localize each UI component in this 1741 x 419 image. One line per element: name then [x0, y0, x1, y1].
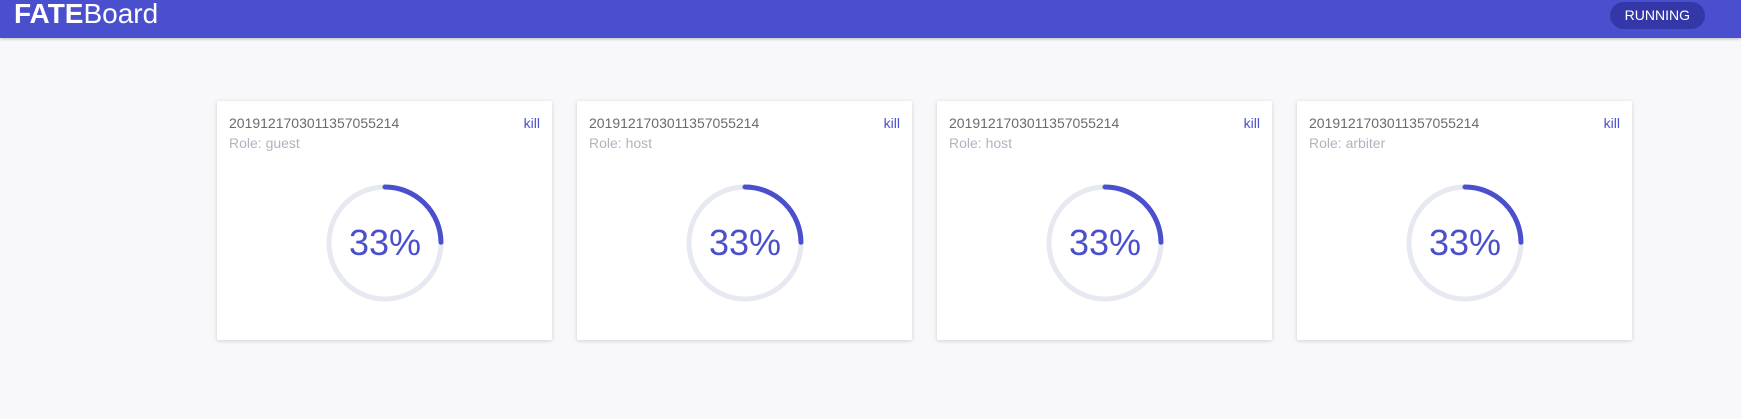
progress-percent: 33%: [348, 222, 422, 263]
job-role: Role: host: [589, 135, 653, 151]
job-card[interactable]: 20191217030113570552​14 kill Role: guest…: [217, 101, 552, 340]
job-card[interactable]: 2019121703011357055214 kill Role: arbite…: [1297, 101, 1632, 340]
app-logo[interactable]: FATEBoard: [14, 0, 158, 31]
job-card-list: 20191217030113570552​14 kill Role: guest…: [217, 101, 1632, 340]
logo-light-text: Board: [83, 0, 159, 29]
job-role: Role: host: [949, 135, 1013, 151]
progress-percent: 33%: [1428, 222, 1502, 263]
running-status-button[interactable]: RUNNING: [1609, 2, 1705, 29]
kill-button[interactable]: kill: [1604, 115, 1620, 131]
job-id: 2019121703011357055214: [589, 115, 760, 131]
job-id: 2019121703011357055214: [949, 115, 1120, 131]
kill-button[interactable]: kill: [884, 115, 900, 131]
job-card[interactable]: 2019121703011357055214 kill Role: host 3…: [577, 101, 912, 340]
job-id: 2019121703011357055214: [1309, 115, 1480, 131]
top-navbar: FATEBoard RUNNING: [0, 0, 1741, 38]
job-role: Role: guest: [229, 135, 300, 151]
job-card[interactable]: 2019121703011357055214 kill Role: host 3…: [937, 101, 1272, 340]
progress-percent: 33%: [1068, 222, 1142, 263]
progress-percent: 33%: [708, 222, 782, 263]
logo-bold-text: FATE: [14, 0, 84, 29]
job-id: 20191217030113570552​14: [229, 115, 400, 131]
kill-button[interactable]: kill: [1244, 115, 1260, 131]
kill-button[interactable]: kill: [524, 115, 540, 131]
job-role: Role: arbiter: [1309, 135, 1386, 151]
